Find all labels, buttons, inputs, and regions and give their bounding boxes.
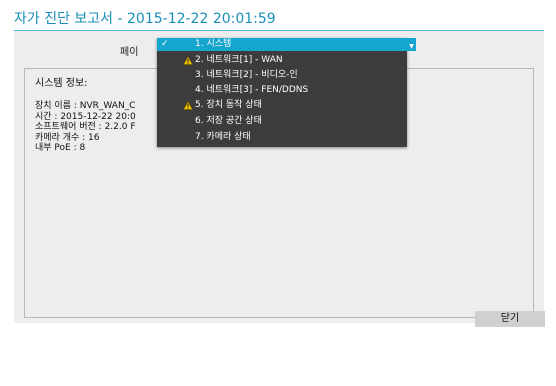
dropdown-option-label: 1. 시스템 — [195, 39, 232, 49]
dropdown-option-camera-status[interactable]: 7. 카메라 상태 — [157, 131, 407, 144]
page-select-label: 페이 — [120, 47, 139, 58]
dropdown-option-label: 2. 네트워크[1] - WAN — [195, 55, 283, 65]
dropdown-option-label: 7. 카메라 상태 — [195, 132, 251, 142]
warning-icon — [183, 56, 193, 65]
info-device-name: 장치 이름 : NVR_WAN_C — [35, 101, 136, 111]
dropdown-option-label: 4. 네트워크[3] - FEN/DDNS — [195, 85, 309, 95]
dropdown-option-network-wan[interactable]: 2. 네트워크[1] - WAN — [157, 54, 407, 67]
info-time: 시간 : 2015-12-22 20:0 — [35, 111, 136, 122]
dropdown-option-storage-status[interactable]: 6. 저장 공간 상태 — [157, 115, 407, 128]
self-diagnosis-dialog: 자가 진단 보고서 - 2015-12-22 20:01:59 페이 시스템 정… — [0, 0, 556, 386]
system-info-lines: 장치 이름 : NVR_WAN_C 시간 : 2015-12-22 20:0 소… — [35, 101, 136, 154]
dropdown-option-label: 6. 저장 공간 상태 — [195, 116, 262, 126]
chevron-down-icon[interactable]: ▼ — [407, 38, 416, 51]
dropdown-option-label: 5. 장치 동작 상태 — [195, 100, 262, 110]
info-camera-count: 카메라 개수 : 16 — [35, 132, 100, 143]
info-software-version: 소프트웨어 버전 : 2.2.0 F — [35, 122, 136, 132]
warning-icon — [183, 101, 193, 110]
dialog-title: 자가 진단 보고서 - 2015-12-22 20:01:59 — [14, 11, 276, 27]
close-button[interactable]: 닫기 — [475, 311, 545, 327]
dropdown-option-network-fen-ddns[interactable]: 4. 네트워크[3] - FEN/DDNS — [157, 84, 407, 97]
dropdown-option-device-status[interactable]: 5. 장치 동작 상태 — [157, 99, 407, 112]
info-internal-poe: 내부 PoE : 8 — [35, 143, 86, 153]
checkmark-icon: ✓ — [161, 39, 169, 49]
system-info-title: 시스템 정보: — [35, 78, 88, 89]
dropdown-option-network-video-in[interactable]: 3. 네트워크[2] - 비디오-인 — [157, 69, 407, 82]
dropdown-option-system[interactable]: ✓ 1. 시스템 — [157, 38, 407, 51]
page-dropdown-list: ✓ 1. 시스템 2. 네트워크[1] - WAN 3. 네트워크[2] - 비… — [157, 38, 407, 147]
dropdown-option-label: 3. 네트워크[2] - 비디오-인 — [195, 70, 298, 80]
